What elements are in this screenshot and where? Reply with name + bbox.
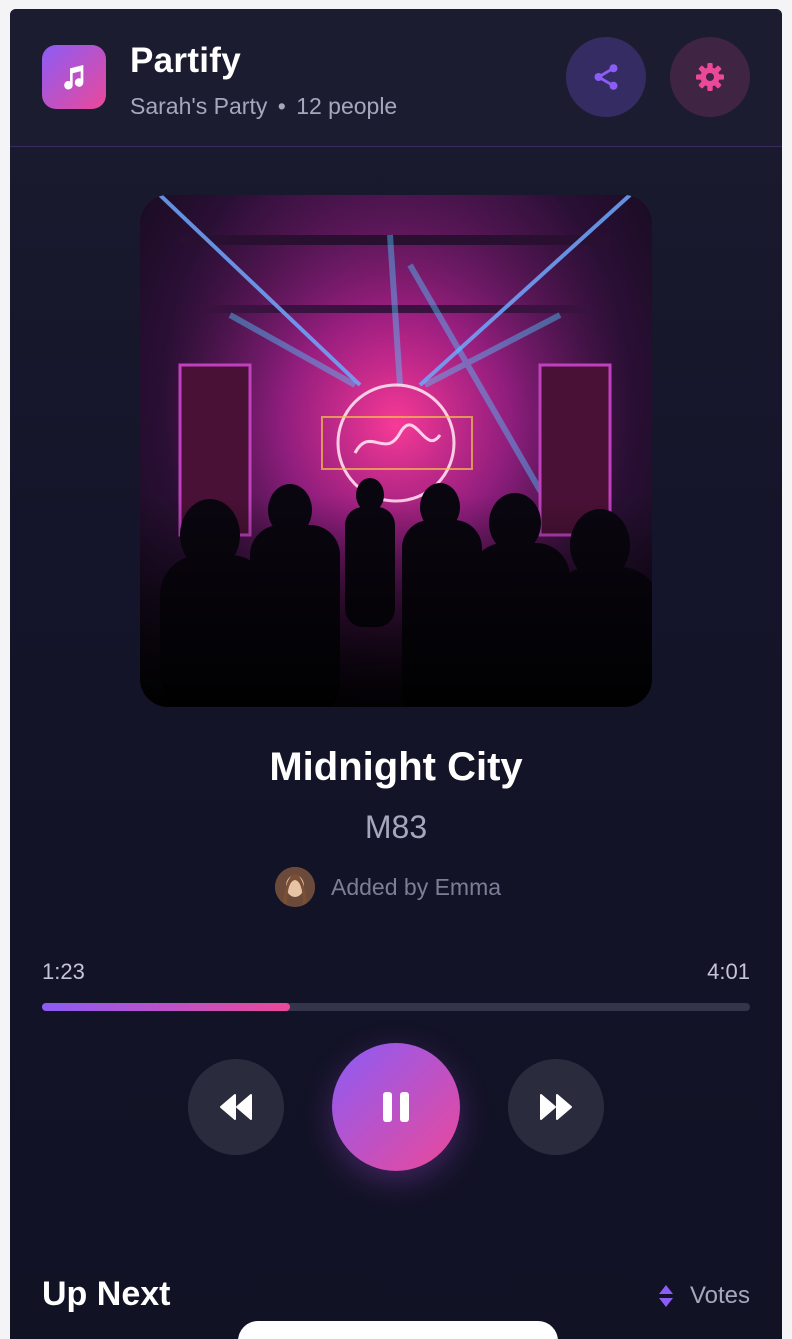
progress-fill <box>42 1003 290 1011</box>
added-by-label: Added by Emma <box>331 873 502 900</box>
current-time: 1:23 <box>42 959 85 984</box>
sort-by-votes[interactable]: Votes <box>658 1281 750 1311</box>
share-button[interactable] <box>566 37 646 117</box>
app-logo <box>42 45 106 109</box>
settings-button[interactable] <box>670 37 750 117</box>
gear-icon <box>696 63 724 91</box>
app-window: Partify Sarah's Party • 12 people Midnig… <box>10 9 782 1339</box>
queue-item-peek <box>238 1321 558 1339</box>
app-title: Partify <box>130 41 242 80</box>
music-note-icon <box>64 65 84 90</box>
total-time: 4:01 <box>707 959 750 984</box>
pause-icon <box>383 1092 409 1122</box>
track-title: Midnight City <box>269 745 523 789</box>
fast-forward-icon <box>540 1094 572 1120</box>
avatar <box>275 867 315 907</box>
fast-forward-button[interactable] <box>508 1059 604 1155</box>
people-count: 12 people <box>296 93 398 119</box>
header: Partify Sarah's Party • 12 people <box>10 9 782 147</box>
track-artist: M83 <box>364 809 428 845</box>
pause-button[interactable] <box>332 1043 460 1171</box>
progress-bar[interactable] <box>42 1003 750 1011</box>
album-cover-image <box>140 195 652 707</box>
sort-icon <box>658 1284 674 1308</box>
share-icon <box>594 64 618 90</box>
rewind-button[interactable] <box>188 1059 284 1155</box>
added-by: Added by Emma <box>275 867 501 907</box>
separator-dot: • <box>277 93 286 119</box>
up-next-title: Up Next <box>42 1275 171 1313</box>
party-name: Sarah's Party <box>130 93 268 119</box>
party-subtitle: Sarah's Party • 12 people <box>130 93 397 120</box>
sort-label: Votes <box>689 1282 750 1309</box>
rewind-icon <box>220 1094 252 1120</box>
